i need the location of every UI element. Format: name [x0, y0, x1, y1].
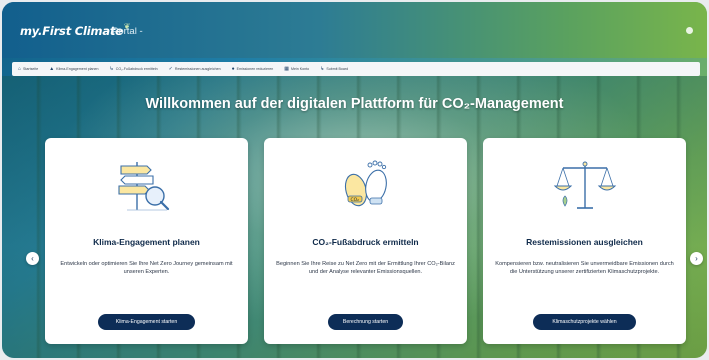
search-icon: ●	[231, 65, 235, 72]
app-window: my.First Climate❦ Portal - ⌂ Startseite …	[2, 2, 707, 358]
klima-engagement-start-button[interactable]: Klima-Engagement starten	[98, 314, 195, 330]
card-title: Klima-Engagement planen	[93, 237, 200, 247]
svg-text:CO₂: CO₂	[350, 197, 359, 203]
page-title: Willkommen auf der digitalen Plattform f…	[145, 96, 564, 112]
nav-item-emissionen-reduzieren[interactable]: ● Emissionen reduzieren	[231, 65, 274, 72]
nav-item-label: Submit Board	[326, 67, 349, 71]
footprint-icon: ↳	[109, 65, 114, 72]
home-icon: ⌂	[18, 65, 22, 72]
chart-icon: ↳	[320, 65, 325, 72]
signpost-icon: ▲	[49, 65, 55, 72]
portal-menu[interactable]: Portal -	[112, 26, 143, 37]
card-fussabdruck: CO₂ CO₂-Fußabdruck ermitteln Beginnen Si…	[264, 138, 467, 344]
card-klima-engagement: Klima-Engagement planen Entwickeln oder …	[45, 138, 248, 344]
berechnung-start-button[interactable]: Berechnung starten	[328, 314, 403, 330]
nav-item-startseite[interactable]: ⌂ Startseite	[18, 65, 39, 72]
card-description: Entwickeln oder optimieren Sie Ihre Net …	[60, 261, 233, 276]
nav-item-label: Mein Konto	[290, 67, 310, 71]
nav-item-label: Startseite	[23, 67, 39, 71]
klimaschutzprojekte-button[interactable]: Klimaschutzprojekte wählen	[533, 314, 636, 330]
footprint-icon: CO₂	[264, 156, 467, 216]
brand-logo-text: my.First Climate	[20, 24, 123, 38]
nav-item-restemissionen[interactable]: ✓ Restemissionen ausgleichen	[168, 65, 221, 72]
scales-icon	[483, 156, 686, 216]
card-title: Restemissionen ausgleichen	[526, 237, 643, 247]
grid-icon: ▦	[284, 65, 289, 72]
nav-item-label: Restemissionen ausgleichen	[174, 67, 221, 71]
card-restemissionen: Restemissionen ausgleichen Kompensieren …	[483, 138, 686, 344]
card-title: CO₂-Fußabdruck ermitteln	[312, 237, 419, 247]
carousel-next-icon[interactable]: ›	[690, 252, 703, 265]
nav-item-label: Klima-Engagement planen	[56, 67, 99, 71]
nav-item-label: CO₂-Fußabdruck ermitteln	[115, 67, 158, 71]
screen-frame: my.First Climate❦ Portal - ⌂ Startseite …	[0, 0, 709, 360]
nav-item-mein-konto[interactable]: ▦ Mein Konto	[284, 65, 310, 72]
nav-item-klima-engagement[interactable]: ▲ Klima-Engagement planen	[49, 65, 99, 72]
card-description: Kompensieren bzw. neutralisieren Sie unv…	[495, 261, 674, 276]
main-navigation: ⌂ Startseite ▲ Klima-Engagement planen ↳…	[12, 62, 700, 76]
top-header: my.First Climate❦ Portal -	[2, 2, 707, 58]
nav-item-submit-board[interactable]: ↳ Submit Board	[320, 65, 349, 72]
signpost-magnifier-icon	[45, 156, 248, 216]
check-icon: ✓	[168, 65, 173, 72]
carousel-prev-icon[interactable]: ‹	[26, 252, 39, 265]
user-menu-icon[interactable]	[686, 27, 693, 34]
nav-item-label: Emissionen reduzieren	[236, 67, 274, 71]
nav-item-fussabdruck[interactable]: ↳ CO₂-Fußabdruck ermitteln	[109, 65, 158, 72]
card-description: Beginnen Sie Ihre Reise zu Net Zero mit …	[276, 261, 455, 276]
